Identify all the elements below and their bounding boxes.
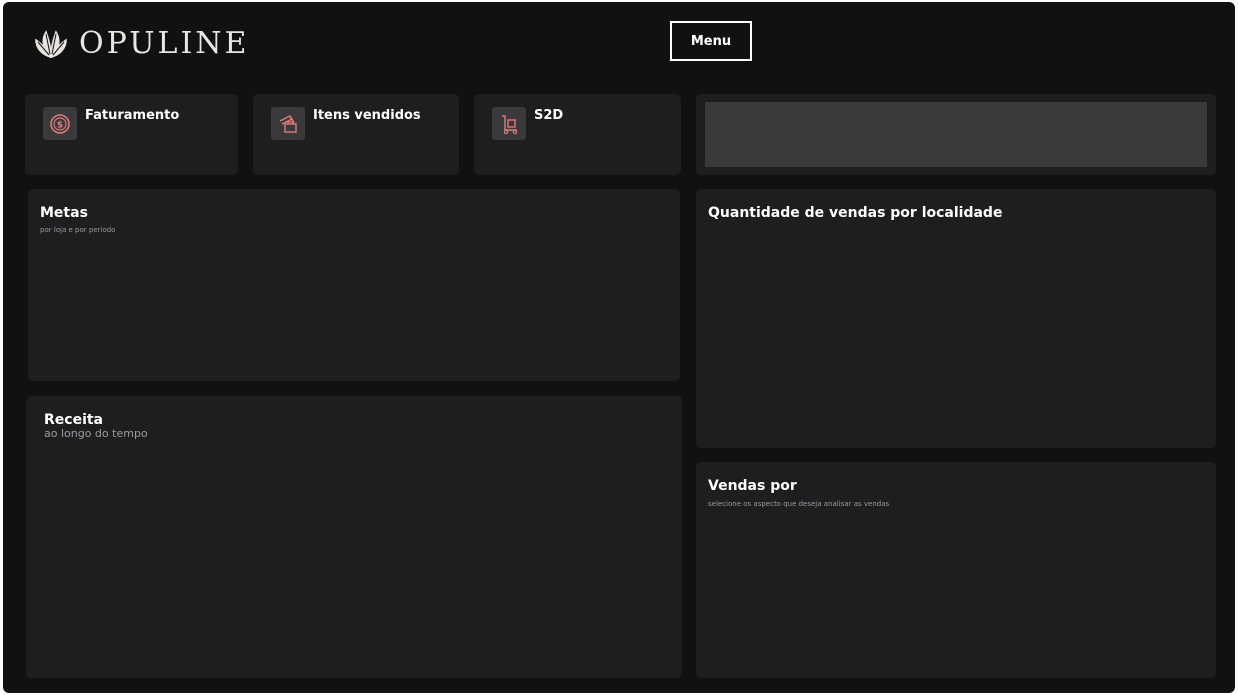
dashboard-window: OPULINE Menu $ Faturamento Itens vendido…	[3, 2, 1235, 693]
kpi-label: S2D	[534, 108, 564, 123]
menu-button[interactable]: Menu	[670, 21, 752, 61]
kpi-card-itens-vendidos[interactable]: Itens vendidos	[253, 94, 459, 175]
localidade-panel: Quantidade de vendas por localidade	[696, 189, 1216, 448]
vendas-por-title: Vendas por	[708, 478, 797, 494]
kpi-card-faturamento[interactable]: $ Faturamento	[25, 94, 238, 175]
brand-name: OPULINE	[79, 26, 250, 61]
hand-truck-icon	[492, 107, 526, 140]
kpi-label: Faturamento	[85, 108, 180, 123]
kpi-card-s2d[interactable]: S2D	[474, 94, 681, 175]
metas-panel: Metas por loja e por periodo	[28, 189, 680, 381]
dollar-coin-icon: $	[43, 107, 77, 140]
kpi-label: Itens vendidos	[313, 108, 421, 123]
receita-subtitle: ao longo do tempo	[44, 427, 148, 440]
vendas-por-subtitle: selecione os aspecto que deseja analisar…	[708, 500, 890, 508]
lotus-leaf-icon	[35, 30, 67, 59]
brand-logo: OPULINE	[33, 26, 249, 62]
filter-slicer[interactable]	[705, 102, 1207, 167]
metas-title: Metas	[40, 205, 88, 221]
shopping-bag-icon	[271, 107, 305, 140]
filter-panel	[696, 94, 1216, 175]
localidade-title: Quantidade de vendas por localidade	[708, 205, 1003, 221]
receita-panel: Receita ao longo do tempo	[26, 396, 682, 678]
vendas-por-panel: Vendas por selecione os aspecto que dese…	[696, 462, 1216, 678]
receita-title: Receita	[44, 412, 104, 428]
metas-subtitle: por loja e por periodo	[40, 226, 116, 234]
svg-text:$: $	[57, 120, 63, 130]
